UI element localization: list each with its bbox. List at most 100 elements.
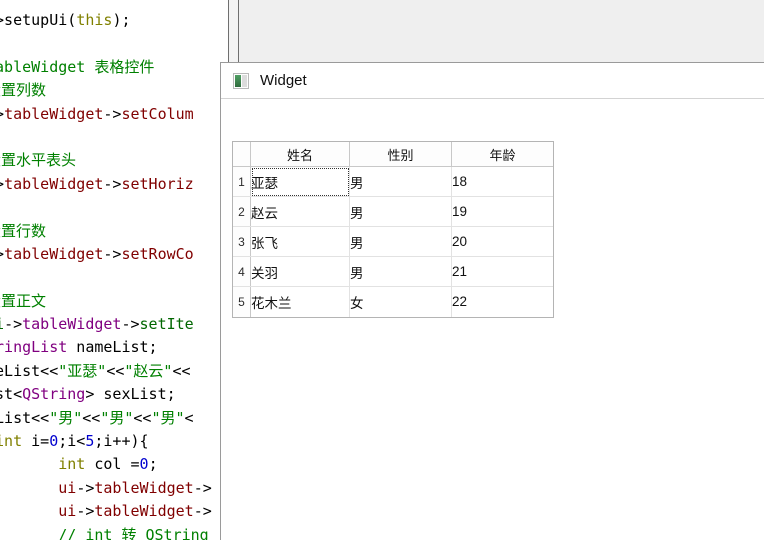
table-corner-cell[interactable] (233, 142, 251, 167)
row-header-cell[interactable]: 4 (233, 256, 251, 287)
code-line: ui->tableWidget->setIte (0, 313, 246, 336)
row-header-cell[interactable]: 3 (233, 226, 251, 257)
code-token: 0 (139, 455, 149, 474)
table-row[interactable]: 2 赵云男 19 (233, 196, 553, 227)
window-titlebar[interactable]: Widget (221, 63, 764, 99)
table-row[interactable]: 4 关羽男 21 (233, 256, 553, 287)
code-line: ->tableWidget->setHoriz (0, 173, 246, 196)
code-line: 设置列数 (0, 79, 246, 102)
code-line: ->tableWidget->setRowCo (0, 243, 246, 266)
table-cell[interactable]: 花木兰 (250, 286, 350, 317)
code-line: ist<QString> sexList; (0, 383, 246, 406)
code-token: 设置水平表头 (0, 151, 77, 170)
code-token: "男" (49, 408, 83, 427)
table-row[interactable]: 5 花木兰女 22 (233, 286, 553, 317)
window-body: 姓名 性别 年龄 1 亚瑟男 18 2 赵云男 19 3 张飞男 20 4 关羽男 21 5 花木兰女 22 (221, 99, 764, 540)
code-line: tringList nameList; (0, 336, 246, 359)
code-token: -> (121, 315, 140, 334)
code-token: -> (4, 315, 23, 334)
code-token: ->setupUi( (0, 11, 77, 29)
table-cell[interactable]: 赵云 (250, 196, 350, 227)
code-line: ui->tableWidget-> (0, 500, 246, 523)
code-line: 设置行数 (0, 220, 246, 243)
code-token: int (58, 455, 86, 474)
code-token: i= (22, 432, 50, 451)
table-cell[interactable]: 男 (349, 196, 452, 227)
code-token: setIte (139, 315, 194, 334)
code-token: tableWidget (4, 244, 104, 263)
code-token: ist< (0, 385, 23, 404)
code-line: ->tableWidget->setColum (0, 103, 246, 126)
code-token: tableWidget (4, 174, 104, 193)
table-cell[interactable]: 22 (451, 286, 553, 317)
code-token: ;i< (58, 432, 86, 451)
table-header-row: 姓名 性别 年龄 (233, 142, 553, 167)
code-token: tringList (0, 338, 68, 357)
code-token: << (172, 361, 191, 380)
table-cell[interactable]: 20 (451, 226, 553, 257)
code-token: meList<< (0, 361, 59, 380)
code-token: -> (103, 174, 122, 193)
table-cell[interactable]: 关羽 (250, 256, 350, 287)
table-cell[interactable]: 亚瑟 (250, 166, 350, 197)
table-cell[interactable]: 21 (451, 256, 553, 287)
table-header: 姓名 性别 年龄 (233, 142, 553, 167)
data-table[interactable]: 姓名 性别 年龄 1 亚瑟男 18 2 赵云男 19 3 张飞男 20 4 关羽男 21 5 花木兰女 22 (233, 142, 553, 317)
table-cell[interactable]: 女 (349, 286, 452, 317)
column-header-age[interactable]: 年龄 (451, 142, 553, 167)
window-title: Widget (260, 72, 307, 89)
code-token: ;i++){ (94, 432, 149, 451)
code-token: ; (148, 455, 158, 474)
row-header-cell[interactable]: 5 (233, 286, 251, 317)
table-cell[interactable]: 张飞 (250, 226, 350, 257)
row-header-cell[interactable]: 1 (233, 166, 251, 197)
code-token: col = (85, 455, 140, 474)
qt-widget-icon (233, 72, 249, 89)
code-token: tableWidget (94, 502, 194, 521)
code-token: -> (103, 244, 122, 263)
code-token: "男" (100, 408, 134, 427)
row-header-cell[interactable]: 2 (233, 196, 251, 227)
table-cell[interactable]: 男 (349, 166, 452, 197)
table-cell[interactable]: 18 (451, 166, 553, 197)
table-widget[interactable]: 姓名 性别 年龄 1 亚瑟男 18 2 赵云男 19 3 张飞男 20 4 关羽男 21 5 花木兰女 22 (232, 141, 554, 318)
code-token: nameList; (67, 338, 158, 357)
code-token: -> (103, 104, 122, 123)
code-token: 0 (49, 432, 59, 451)
code-token: setHoriz (121, 174, 194, 193)
code-token: > sexList; (85, 385, 176, 404)
code-token: -> (193, 502, 212, 521)
table-cell[interactable]: 男 (349, 226, 452, 257)
code-line: 设置水平表头 (0, 149, 246, 172)
code-line: ui->tableWidget-> (0, 477, 246, 500)
code-token: setRowCo (121, 244, 194, 263)
code-line: // int 转 QString (0, 524, 246, 540)
table-row[interactable]: 1 亚瑟男 18 (233, 166, 553, 197)
code-line: int col =0; (0, 453, 246, 476)
code-token: "男" (151, 408, 185, 427)
widget-window[interactable]: Widget 姓名 性别 年龄 1 亚瑟男 18 2 赵云男 19 3 张飞男 20 4 关羽男 21… (220, 62, 764, 540)
code-text-area[interactable]: ->setupUi(this); TableWidget 表格控件设置列数->t… (0, 9, 246, 540)
code-token: ui (58, 502, 77, 521)
code-token: this (76, 11, 113, 29)
code-line: meList<<"亚瑟"<<"赵云"<< (0, 360, 246, 383)
column-header-gender[interactable]: 性别 (349, 142, 452, 167)
code-token: tableWidget (94, 478, 194, 497)
code-token: // int 转 QString (58, 525, 209, 540)
table-cell[interactable]: 19 (451, 196, 553, 227)
code-token: tableWidget (4, 104, 104, 123)
code-token: ); (112, 11, 131, 29)
table-cell[interactable]: 男 (349, 256, 452, 287)
code-token: -> (193, 478, 212, 497)
code-token: tableWidget (22, 315, 122, 334)
table-row[interactable]: 3 张飞男 20 (233, 226, 553, 257)
code-token: ui (58, 478, 77, 497)
code-token: << (106, 361, 125, 380)
column-header-name[interactable]: 姓名 (250, 142, 350, 167)
